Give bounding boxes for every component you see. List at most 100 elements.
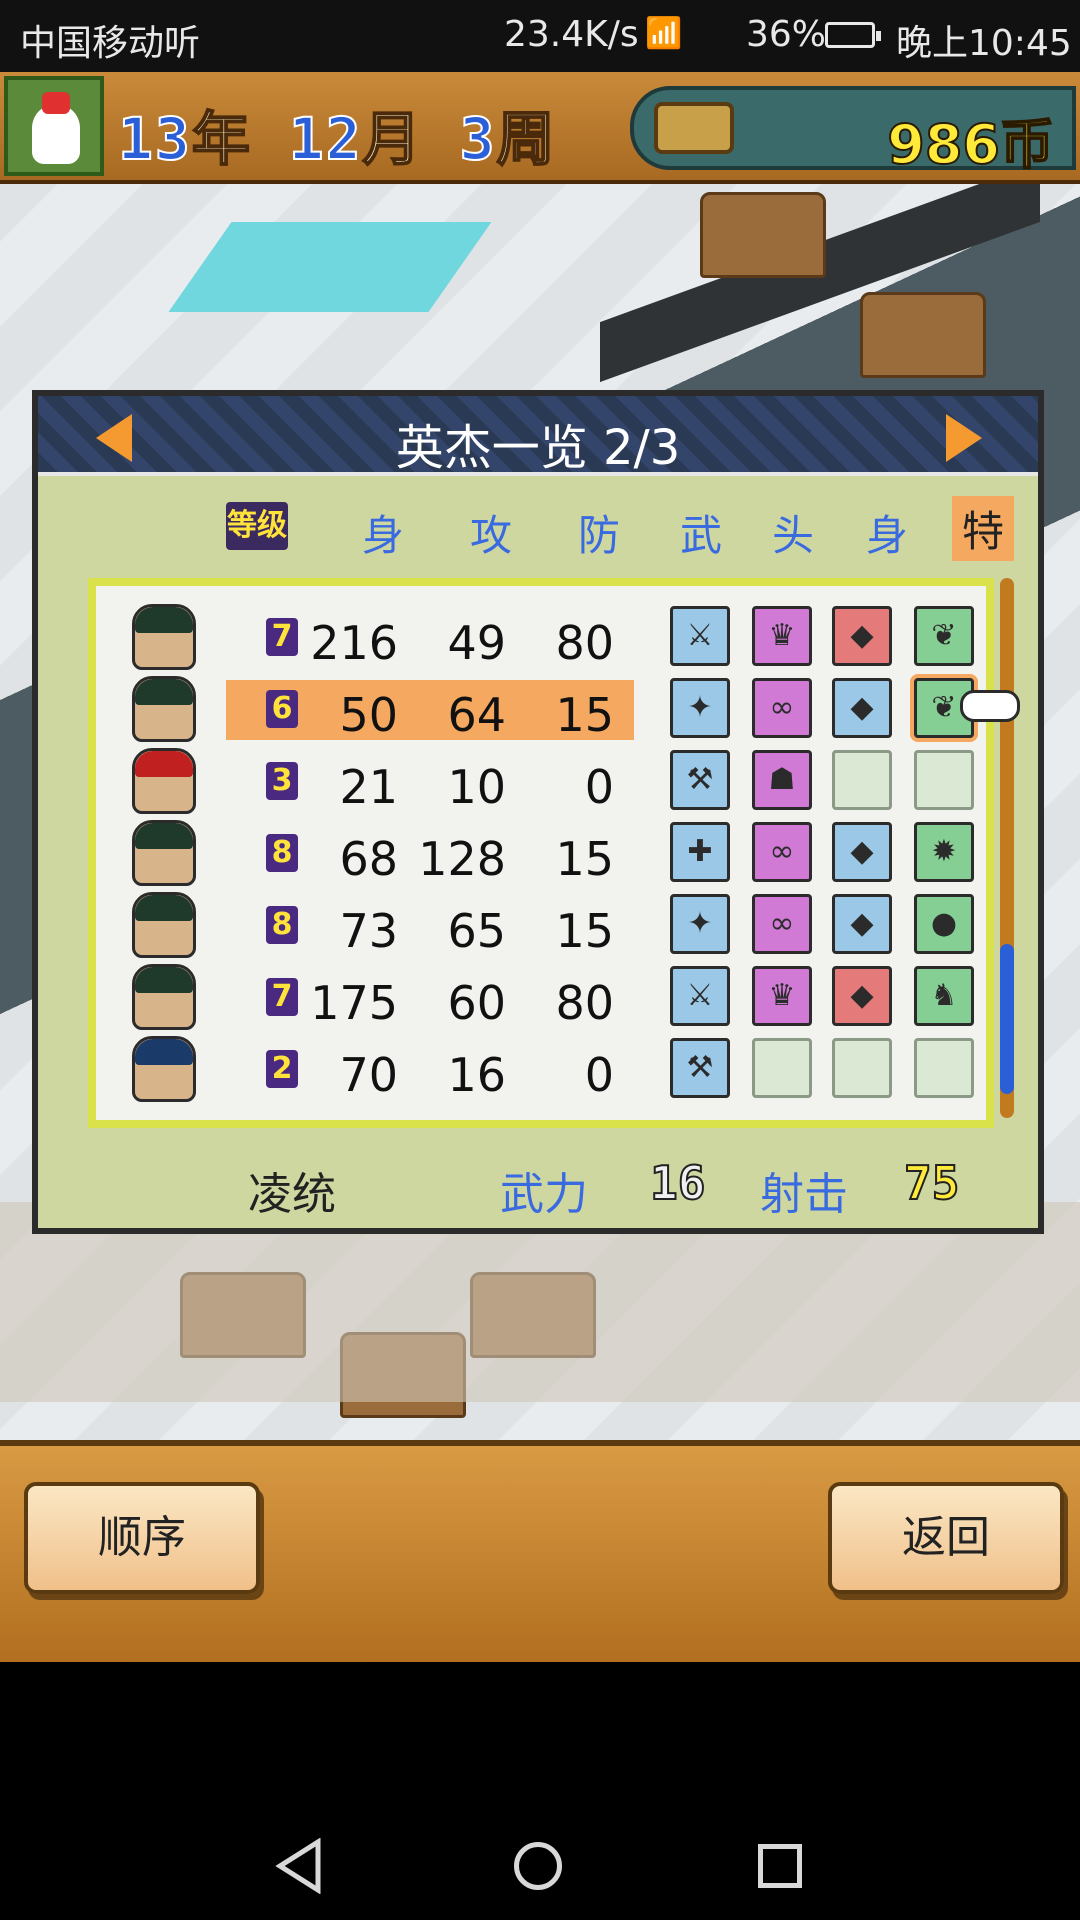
special-slot[interactable]: ♞ <box>914 966 974 1026</box>
col-hp[interactable]: 身 <box>362 502 404 563</box>
nav-recent-icon[interactable] <box>758 1844 802 1888</box>
year-number: 13 <box>117 104 192 174</box>
col-attack[interactable]: 攻 <box>470 502 512 563</box>
hand-pointer-icon <box>960 690 1020 722</box>
hero-list[interactable]: 7 216 49 80 ⚔ ♛ ◆ ❦ 6 50 64 15 ✦ ∞ ◆ ❦ 3… <box>88 578 994 1128</box>
hero-row[interactable]: 8 68 128 15 ✚ ∞ ◆ ✹ <box>96 816 986 888</box>
portrait-hair <box>135 751 193 777</box>
stat-value-force: 16 <box>649 1155 706 1211</box>
bear-icon: ● <box>930 906 958 941</box>
weapon-slot[interactable]: ✚ <box>670 822 730 882</box>
snowman-hat <box>42 92 70 114</box>
weapon-slot[interactable]: ⚔ <box>670 606 730 666</box>
axe-icon: ⚒ <box>686 762 714 797</box>
hero-row[interactable]: 3 21 10 0 ⚒ ☗ <box>96 744 986 816</box>
body-slot[interactable]: ◆ <box>832 822 892 882</box>
network-speed: 23.4K/s <box>504 14 639 55</box>
spear-icon: ✦ <box>687 690 713 725</box>
week-unit: 周 <box>495 104 557 174</box>
mask-icon: ☗ <box>768 762 796 797</box>
nav-back-icon[interactable] <box>274 1838 324 1894</box>
head-slot[interactable]: ☗ <box>752 750 812 810</box>
hero-portrait <box>132 604 196 670</box>
hero-defense: 80 <box>555 616 614 670</box>
weapon-slot[interactable]: ⚒ <box>670 1038 730 1098</box>
weapon-slot[interactable]: ⚒ <box>670 750 730 810</box>
portrait-hair <box>135 607 193 633</box>
weapon-slot[interactable]: ✦ <box>670 894 730 954</box>
crown-icon: ♛ <box>768 978 796 1013</box>
head-slot[interactable]: ∞ <box>752 894 812 954</box>
head-slot-empty[interactable] <box>752 1038 812 1098</box>
phoenix-icon: ✹ <box>931 834 957 869</box>
body-slot[interactable]: ◆ <box>832 894 892 954</box>
hero-row[interactable]: 7 216 49 80 ⚔ ♛ ◆ ❦ <box>96 600 986 672</box>
head-slot[interactable]: ♛ <box>752 966 812 1026</box>
herb-icon: ❦ <box>931 618 957 653</box>
col-head[interactable]: 头 <box>772 502 814 563</box>
armor-icon: ◆ <box>850 834 874 869</box>
glasses-icon: ∞ <box>769 834 795 869</box>
hero-defense: 0 <box>584 760 614 814</box>
hero-row[interactable]: 2 70 16 0 ⚒ <box>96 1032 986 1104</box>
hero-hp: 21 <box>339 760 398 814</box>
hero-level: 3 <box>266 762 298 800</box>
hero-level: 2 <box>266 1050 298 1088</box>
special-slot[interactable]: ● <box>914 894 974 954</box>
weapon-slot[interactable]: ⚔ <box>670 966 730 1026</box>
col-body[interactable]: 身 <box>866 502 908 563</box>
river <box>168 222 492 312</box>
special-slot[interactable]: ❦ <box>914 606 974 666</box>
nav-home-icon[interactable] <box>514 1842 562 1890</box>
hero-hp: 70 <box>339 1048 398 1102</box>
sword-icon: ⚔ <box>686 618 714 653</box>
next-page-arrow-icon[interactable] <box>946 414 982 462</box>
back-button[interactable]: 返回 <box>828 1482 1064 1594</box>
special-slot-empty[interactable] <box>914 750 974 810</box>
horse-icon: ♞ <box>930 978 958 1013</box>
weapon-slot[interactable]: ✦ <box>670 678 730 738</box>
hero-portrait <box>132 820 196 886</box>
head-slot[interactable]: ∞ <box>752 822 812 882</box>
body-slot[interactable]: ◆ <box>832 606 892 666</box>
spear-icon: ✦ <box>687 906 713 941</box>
portrait-hair <box>135 1039 193 1065</box>
season-avatar[interactable] <box>4 76 104 176</box>
hero-hp: 175 <box>310 976 398 1030</box>
hero-row-selected[interactable]: 6 50 64 15 ✦ ∞ ◆ ❦ <box>96 672 986 744</box>
col-special[interactable]: 特 <box>952 496 1015 561</box>
level-header[interactable]: 等级 <box>226 502 288 550</box>
head-slot[interactable]: ♛ <box>752 606 812 666</box>
col-weapon[interactable]: 武 <box>680 502 722 563</box>
head-slot[interactable]: ∞ <box>752 678 812 738</box>
hero-attack: 60 <box>447 976 506 1030</box>
hero-attack: 128 <box>418 832 506 886</box>
hero-attack: 65 <box>447 904 506 958</box>
hero-defense: 15 <box>555 688 614 742</box>
portrait-hair <box>135 967 193 993</box>
body-slot-empty[interactable] <box>832 1038 892 1098</box>
body-slot[interactable]: ◆ <box>832 678 892 738</box>
hero-row[interactable]: 7 175 60 80 ⚔ ♛ ◆ ♞ <box>96 960 986 1032</box>
order-button[interactable]: 顺序 <box>24 1482 260 1594</box>
money-panel: 986币 <box>630 86 1076 177</box>
body-slot[interactable]: ◆ <box>832 966 892 1026</box>
hero-portrait <box>132 1036 196 1102</box>
body-slot-empty[interactable] <box>832 750 892 810</box>
hero-name: 凌统 <box>248 1169 336 1220</box>
glasses-icon: ∞ <box>769 906 795 941</box>
stat-value-shoot: 75 <box>903 1155 960 1211</box>
hero-level: 7 <box>266 618 298 656</box>
hero-row[interactable]: 8 73 65 15 ✦ ∞ ◆ ● <box>96 888 986 960</box>
col-defense[interactable]: 防 <box>578 502 620 563</box>
house <box>860 292 986 378</box>
hero-hp: 50 <box>339 688 398 742</box>
game-date: 13年 12月 3周 <box>117 92 557 176</box>
special-slot-empty[interactable] <box>914 1038 974 1098</box>
stat-label-shoot: 射击 <box>760 1169 848 1220</box>
special-slot[interactable]: ✹ <box>914 822 974 882</box>
scroll-thumb[interactable] <box>1000 944 1014 1094</box>
hero-hp: 216 <box>310 616 398 670</box>
money-amount: 986币 <box>886 112 1055 177</box>
dialog-title-bar: 英杰一览 2/3 <box>38 396 1038 476</box>
